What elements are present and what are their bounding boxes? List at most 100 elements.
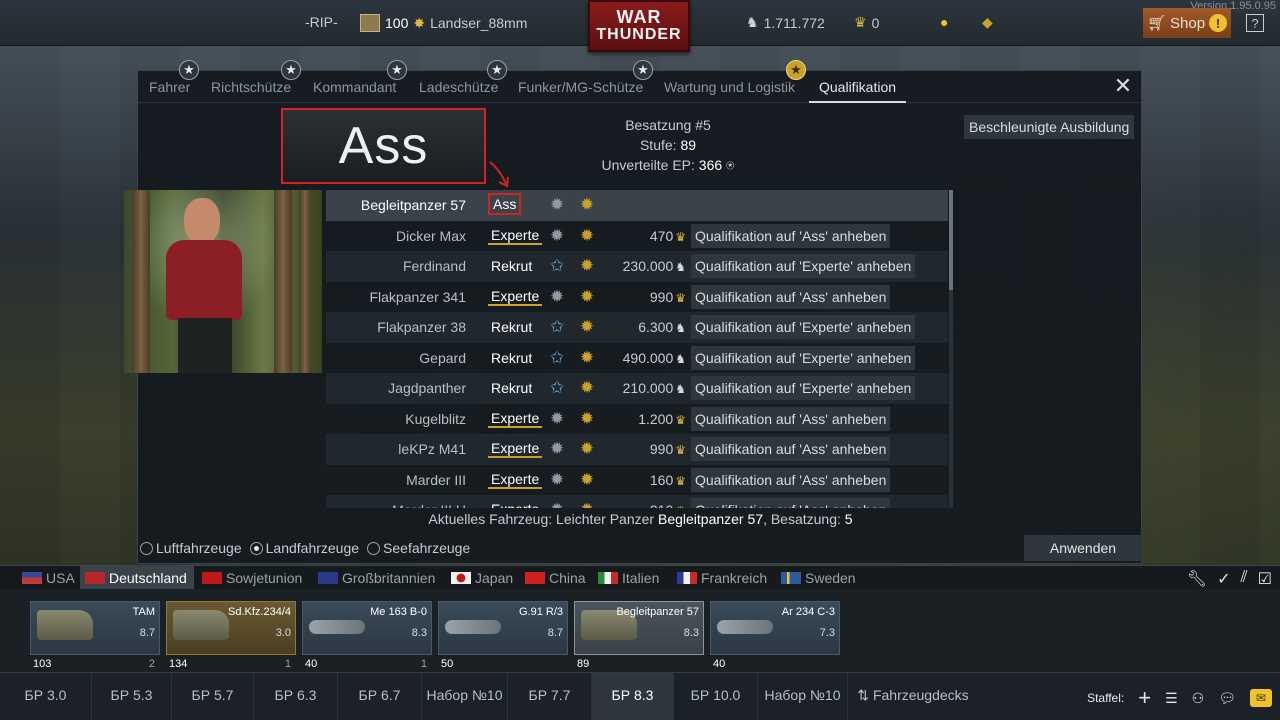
filter-ground[interactable]: Landfahrzeuge bbox=[249, 540, 359, 556]
upgrade-qualification-button[interactable]: Qualifikation auf 'Ass' anheben bbox=[691, 284, 891, 309]
nation-france[interactable]: Frankreich bbox=[677, 570, 767, 586]
vehicle-name: Begleitpanzer 57 bbox=[360, 197, 466, 214]
preset-tab[interactable]: Набор №10 bbox=[422, 673, 508, 720]
preset-tab[interactable]: БР 7.7 bbox=[508, 673, 592, 720]
slot-g91[interactable]: G.91 R/3 8.7 50 bbox=[438, 601, 568, 670]
tab-funker[interactable]: ★ Funker/MG-Schütze bbox=[518, 60, 653, 95]
slot-me163[interactable]: Me 163 B-0 8.3 40 1 bbox=[302, 601, 432, 670]
upgrade-qualification-button[interactable]: Qualifikation auf 'Ass' anheben bbox=[691, 467, 891, 492]
preset-tab[interactable]: БР 5.3 bbox=[92, 673, 172, 720]
nation-germany[interactable]: Deutschland bbox=[85, 570, 187, 586]
nation-italy[interactable]: Italien bbox=[598, 570, 659, 586]
plane-icon bbox=[717, 620, 773, 634]
upgrade-qualification-button[interactable]: Qualifikation auf 'Ass' anheben bbox=[691, 406, 891, 431]
upgrade-qualification-button[interactable]: Qualifikation auf 'Experte' anheben bbox=[691, 254, 916, 279]
chat-icon[interactable]: 💬︎ bbox=[1218, 690, 1236, 707]
tab-label: Fahrer bbox=[149, 79, 191, 95]
check-icon[interactable]: ✓ bbox=[1217, 569, 1230, 589]
table-row[interactable]: Jagdpanther Rekrut ✩ ✹ 210.000 ♞ Qualifikation… bbox=[326, 373, 948, 404]
table-row[interactable]: Marder III H Experte ✹ ✹ 210♛ Qualifikation a… bbox=[326, 495, 948, 508]
slot-crew-level: 89 bbox=[577, 658, 590, 670]
preset-tab[interactable]: БР 10.0 bbox=[674, 673, 758, 720]
table-row[interactable]: Dicker Max Experte ✹ ✹ 470 ♛ Qualifikation auf… bbox=[326, 221, 948, 252]
nation-sweden[interactable]: Sweden bbox=[781, 570, 856, 586]
tab-kommandant[interactable]: ★ Kommandant bbox=[313, 60, 407, 95]
scrollbar-thumb[interactable] bbox=[949, 190, 953, 290]
check-box-icon[interactable]: ☑ bbox=[1258, 569, 1272, 589]
upgrade-qualification-button[interactable]: Qualifikation auf 'Experte' anheben bbox=[691, 315, 916, 340]
slot-sdkfz[interactable]: Sd.Kfz.234/4 3.0 134 1 bbox=[166, 601, 296, 670]
list-icon[interactable]: ☰ bbox=[1165, 690, 1178, 707]
filter-naval[interactable]: Seefahrzeuge bbox=[367, 540, 470, 556]
crew-tabs: ★ Fahrer ★ Richtschütze ★ Kommandant ★ L… bbox=[138, 60, 1141, 103]
expert-badge-icon: ✹ bbox=[549, 286, 565, 306]
nation-label: Großbritannien bbox=[342, 570, 436, 586]
vehicle-decks-button[interactable]: ⇅ Fahrzeugdecks bbox=[848, 673, 978, 720]
multi-check-icon[interactable]: ⫽ bbox=[1241, 569, 1248, 589]
preset-tab[interactable]: БР 3.0 bbox=[0, 673, 92, 720]
slot-begleitpanzer[interactable]: Begleitpanzer 57 8.3 89 bbox=[574, 601, 704, 670]
tab-qualifikation[interactable]: Qualifikation bbox=[808, 79, 907, 103]
apply-button[interactable]: Anwenden bbox=[1024, 535, 1142, 561]
tab-richtschuetze[interactable]: ★ Richtschütze bbox=[211, 60, 301, 95]
shop-button[interactable]: 🛒︎ Shop ! bbox=[1143, 8, 1231, 38]
table-scrollbar[interactable] bbox=[949, 190, 953, 508]
preset-tab[interactable]: Набор №10 bbox=[758, 673, 848, 720]
trophy-icon[interactable]: ◆ bbox=[982, 14, 993, 31]
tab-wartung[interactable]: ★ Wartung und Logistik bbox=[664, 60, 806, 95]
slot-name: TAM bbox=[132, 606, 155, 618]
qualification-level: Rekrut bbox=[491, 319, 533, 336]
mail-icon[interactable]: ✉ bbox=[1250, 689, 1272, 707]
war-thunder-logo[interactable]: WAR THUNDER bbox=[588, 0, 690, 52]
upgrade-qualification-button[interactable]: Qualifikation auf 'Ass' anheben bbox=[691, 223, 891, 248]
tank-icon bbox=[173, 610, 229, 640]
player-profile[interactable]: 100 ✸ Landser_88mm bbox=[360, 14, 527, 32]
preset-tab-active[interactable]: БР 8.3 bbox=[592, 673, 674, 720]
add-icon[interactable]: + bbox=[1138, 685, 1151, 711]
help-button[interactable]: ? bbox=[1246, 14, 1264, 32]
upgrade-cost: 230.000 ♞ bbox=[606, 258, 686, 274]
nation-japan[interactable]: Japan bbox=[451, 570, 513, 586]
accelerated-training-button[interactable]: Beschleunigte Ausbildung bbox=[964, 115, 1135, 139]
flag-icon bbox=[451, 572, 471, 584]
table-row[interactable]: Gepard Rekrut ✩ ✹ 490.000 ♞ Qualifikation auf … bbox=[326, 343, 948, 374]
table-row[interactable]: Flakpanzer 341 Experte ✹ ✹ 990 ♛ Qualifikation… bbox=[326, 282, 948, 313]
slot-tam[interactable]: TAM 8.7 103 2 bbox=[30, 601, 160, 670]
nation-uk[interactable]: Großbritannien bbox=[318, 570, 435, 586]
tab-fahrer[interactable]: ★ Fahrer bbox=[149, 60, 199, 95]
upgrade-cost: 210.000 ♞ bbox=[606, 380, 686, 396]
star-icon: ★ bbox=[387, 60, 407, 80]
upgrade-qualification-button[interactable]: Qualifikation auf 'Experte' anheben bbox=[691, 345, 916, 370]
preset-tab[interactable]: БР 5.7 bbox=[172, 673, 254, 720]
upgrade-qualification-button[interactable]: Qualifikation auf 'Experte' anheben bbox=[691, 376, 916, 401]
alert-icon: ! bbox=[1209, 14, 1228, 32]
table-row[interactable]: Ferdinand Rekrut ✩ ✹ 230.000 ♞ Qualifikation a… bbox=[326, 251, 948, 282]
rank-icon bbox=[360, 14, 380, 32]
golden-eagles[interactable]: ♛ 0 bbox=[854, 14, 879, 31]
nation-china[interactable]: China bbox=[525, 570, 586, 586]
lightbulb-icon[interactable]: ● bbox=[940, 14, 948, 30]
tab-ladeschuetze[interactable]: ★ Ladeschütze bbox=[419, 60, 507, 95]
upgrade-cost: 990 ♛ bbox=[606, 289, 686, 305]
table-row[interactable]: Kugelblitz Experte ✹ ✹ 1.200 ♛ Qualifikation a… bbox=[326, 404, 948, 435]
friends-icon[interactable]: ⚇ bbox=[1192, 690, 1205, 707]
golden-eagles-value: 0 bbox=[871, 14, 880, 31]
filter-air[interactable]: Luftfahrzeuge bbox=[140, 540, 242, 556]
silver-lions[interactable]: ♞ 1.711.772 bbox=[746, 14, 825, 31]
preset-tab[interactable]: БР 6.3 bbox=[254, 673, 338, 720]
table-row[interactable]: Marder III Experte ✹ ✹ 160 ♛ Qualifikation auf… bbox=[326, 465, 948, 496]
slot-ar234[interactable]: Ar 234 C-3 7.3 40 bbox=[710, 601, 840, 670]
preset-tab[interactable]: БР 6.7 bbox=[338, 673, 422, 720]
slot-br: 8.7 bbox=[547, 627, 563, 639]
wrench-icon[interactable]: 🔧︎ bbox=[1187, 569, 1207, 589]
nation-usa[interactable]: USA bbox=[22, 570, 75, 586]
table-row[interactable]: Begleitpanzer 57 Ass ✹ ✹ bbox=[326, 190, 948, 221]
table-row[interactable]: Flakpanzer 38 Rekrut ✩ ✹ 6.300 ♞ Qualifikation… bbox=[326, 312, 948, 343]
slot-crew-level: 50 bbox=[441, 658, 454, 670]
table-row[interactable]: leKPz M41 Experte ✹ ✹ 990 ♛ Qualifikation auf … bbox=[326, 434, 948, 465]
close-icon[interactable]: ✕ bbox=[1111, 75, 1135, 99]
upgrade-qualification-button[interactable]: Qualifikation auf 'Ass' anheben bbox=[691, 498, 891, 508]
upgrade-qualification-button[interactable]: Qualifikation auf 'Ass' anheben bbox=[691, 437, 891, 462]
upgrade-cost: 490.000 ♞ bbox=[606, 350, 686, 366]
nation-ussr[interactable]: Sowjetunion bbox=[202, 570, 302, 586]
